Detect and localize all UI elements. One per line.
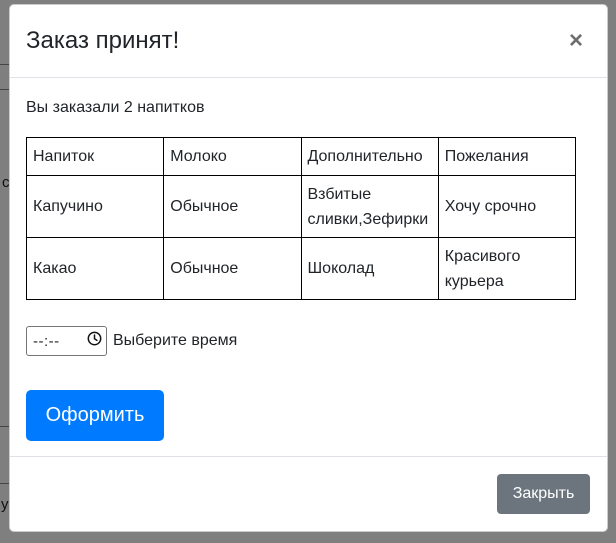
modal-footer: Закрыть (10, 456, 607, 531)
order-table: Напиток Молоко Дополнительно Пожелания К… (25, 137, 577, 300)
table-header-cell: Напиток (25, 137, 165, 176)
table-header-cell: Пожелания (437, 137, 577, 176)
time-value: --:-- (33, 332, 60, 350)
order-modal: Заказ принят! × Вы заказали 2 напитков Н… (9, 4, 608, 532)
close-button[interactable]: Закрыть (497, 474, 590, 514)
table-row: Капучино Обычное Взбитые сливки,Зефирки … (25, 175, 577, 238)
table-cell: Обычное (163, 237, 302, 300)
time-input[interactable]: --:-- (26, 326, 107, 356)
table-cell: Обычное (163, 175, 302, 238)
table-cell: Шоколад (300, 237, 439, 300)
table-row: Какао Обычное Шоколад Красивого курьера (25, 237, 577, 300)
order-summary: Вы заказали 2 напитков (26, 99, 205, 116)
table-cell: Красивого курьера (437, 237, 577, 300)
modal-body: Вы заказали 2 напитков Напиток Молоко До… (10, 78, 607, 458)
close-icon[interactable]: × (565, 29, 587, 53)
submit-order-button[interactable]: Оформить (26, 390, 164, 441)
clock-icon[interactable] (87, 331, 102, 351)
modal-title: Заказ принят! (26, 27, 180, 54)
table-header-row: Напиток Молоко Дополнительно Пожелания (25, 137, 577, 176)
table-header-cell: Дополнительно (300, 137, 439, 176)
modal-header: Заказ принят! × (10, 5, 607, 78)
table-cell: Взбитые сливки,Зефирки (300, 175, 439, 238)
time-label: Выберите время (113, 332, 238, 349)
time-row: --:-- Выберите время (26, 326, 237, 356)
table-cell: Хочу срочно (437, 175, 577, 238)
table-cell: Какао (25, 237, 165, 300)
table-cell: Капучино (25, 175, 165, 238)
table-header-cell: Молоко (163, 137, 302, 176)
